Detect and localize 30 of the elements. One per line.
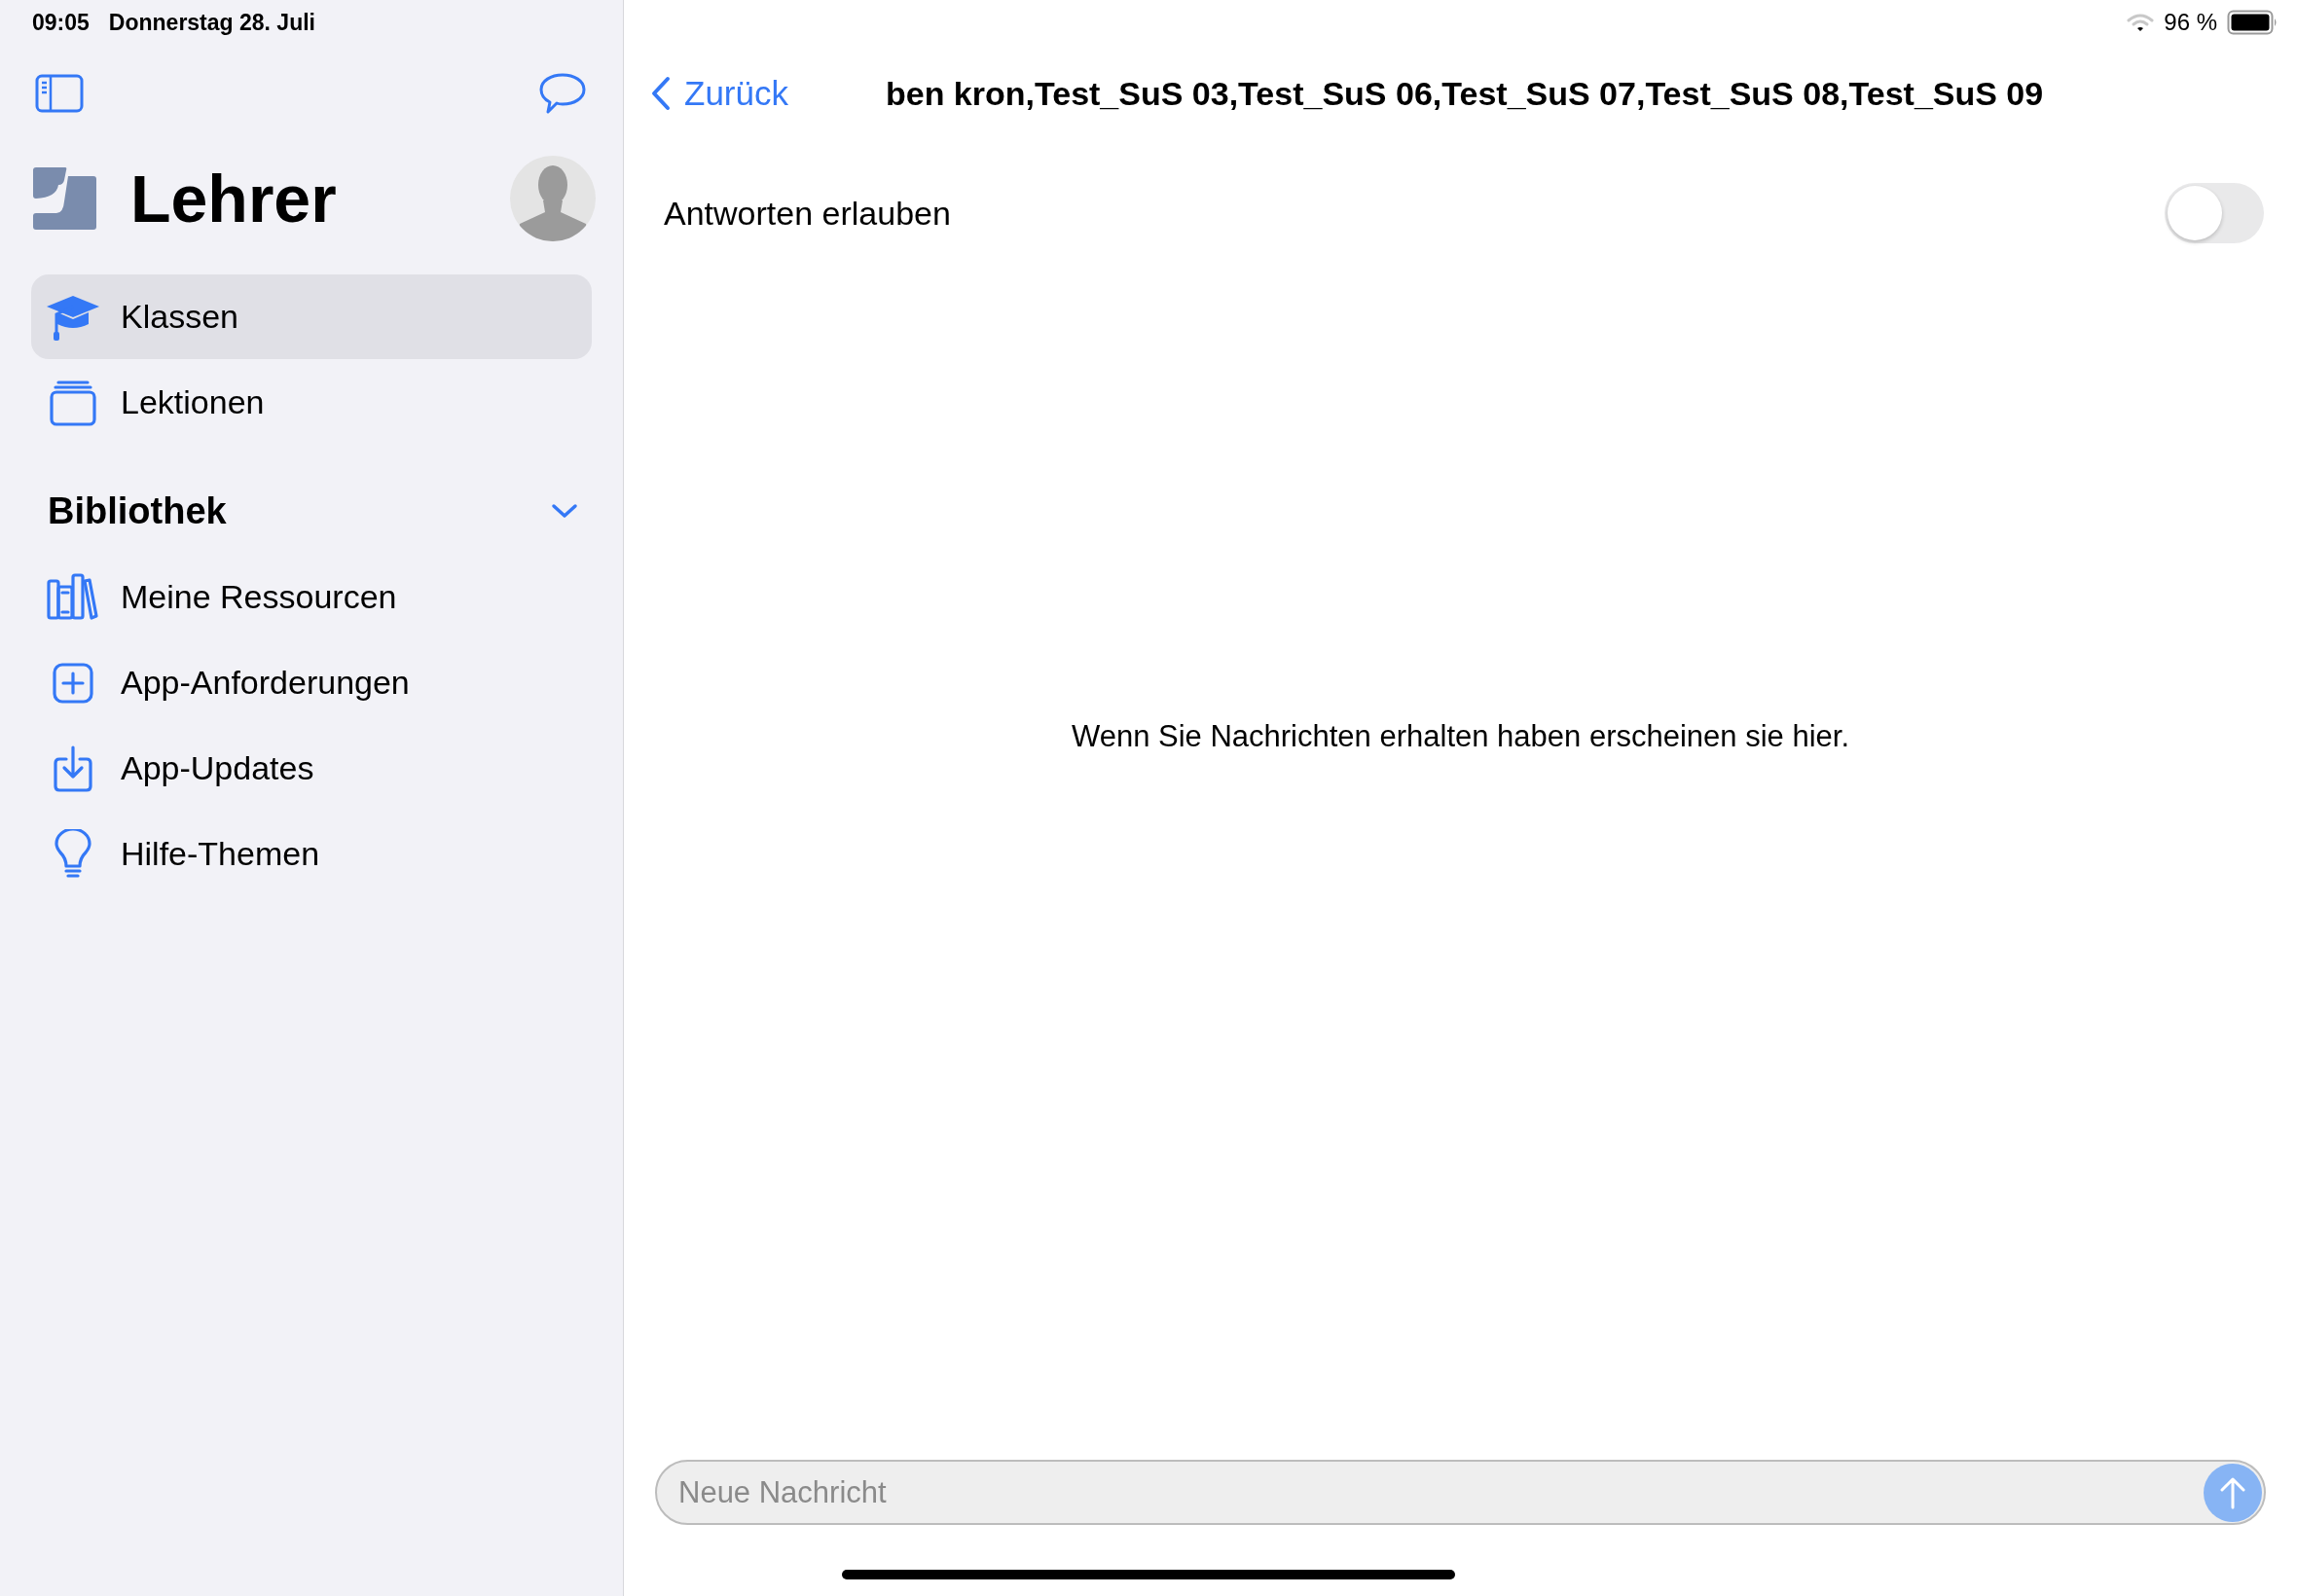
- app-logo-icon: [31, 167, 97, 230]
- speech-bubble-icon[interactable]: [539, 72, 586, 115]
- battery-icon: [2227, 10, 2278, 35]
- arrow-up-icon: [2219, 1475, 2246, 1509]
- status-date: Donnerstag 28. Juli: [108, 8, 315, 37]
- sidebar-toggle-icon[interactable]: [35, 74, 84, 113]
- sidebar-item[interactable]: Hilfe-Themen: [31, 812, 592, 896]
- toggle-switch[interactable]: [2165, 183, 2264, 243]
- chevron-left-icon: [651, 76, 671, 111]
- sidebar-item[interactable]: App-Anforderungen: [31, 640, 592, 725]
- plus-square-icon: [53, 662, 93, 704]
- status-time: 09:05: [32, 8, 90, 37]
- sidebar-item[interactable]: Meine Ressourcen: [31, 555, 592, 639]
- battery-percentage: 96 %: [2164, 8, 2217, 37]
- books-icon: [47, 572, 99, 622]
- conversation-title: ben kron,Test_SuS 03,Test_SuS 06,Test_SuS 07,Test_SuS 08,Test_SuS 09: [885, 73, 2044, 114]
- sidebar-title: Lehrer: [130, 165, 337, 232]
- sidebar-item[interactable]: Klassen: [31, 274, 592, 359]
- person-silhouette-icon: [518, 163, 588, 241]
- stacked-cards-icon: [49, 378, 97, 427]
- sidebar-item[interactable]: Lektionen: [31, 360, 592, 445]
- sidebar-item[interactable]: App-Updates: [31, 726, 592, 811]
- lightbulb-icon: [55, 828, 91, 880]
- empty-state-message: Wenn Sie Nachrichten erhalten haben erscheinen sie hier.: [1071, 717, 1849, 755]
- section-header[interactable]: Bibliothek: [31, 470, 592, 552]
- back-button[interactable]: Zurück: [651, 67, 788, 120]
- download-tray-icon: [54, 744, 92, 792]
- wifi-icon: [2127, 13, 2155, 32]
- toggle-label: Antworten erlauben: [664, 193, 951, 234]
- message-input-field[interactable]: Neue Nachricht: [655, 1460, 2266, 1525]
